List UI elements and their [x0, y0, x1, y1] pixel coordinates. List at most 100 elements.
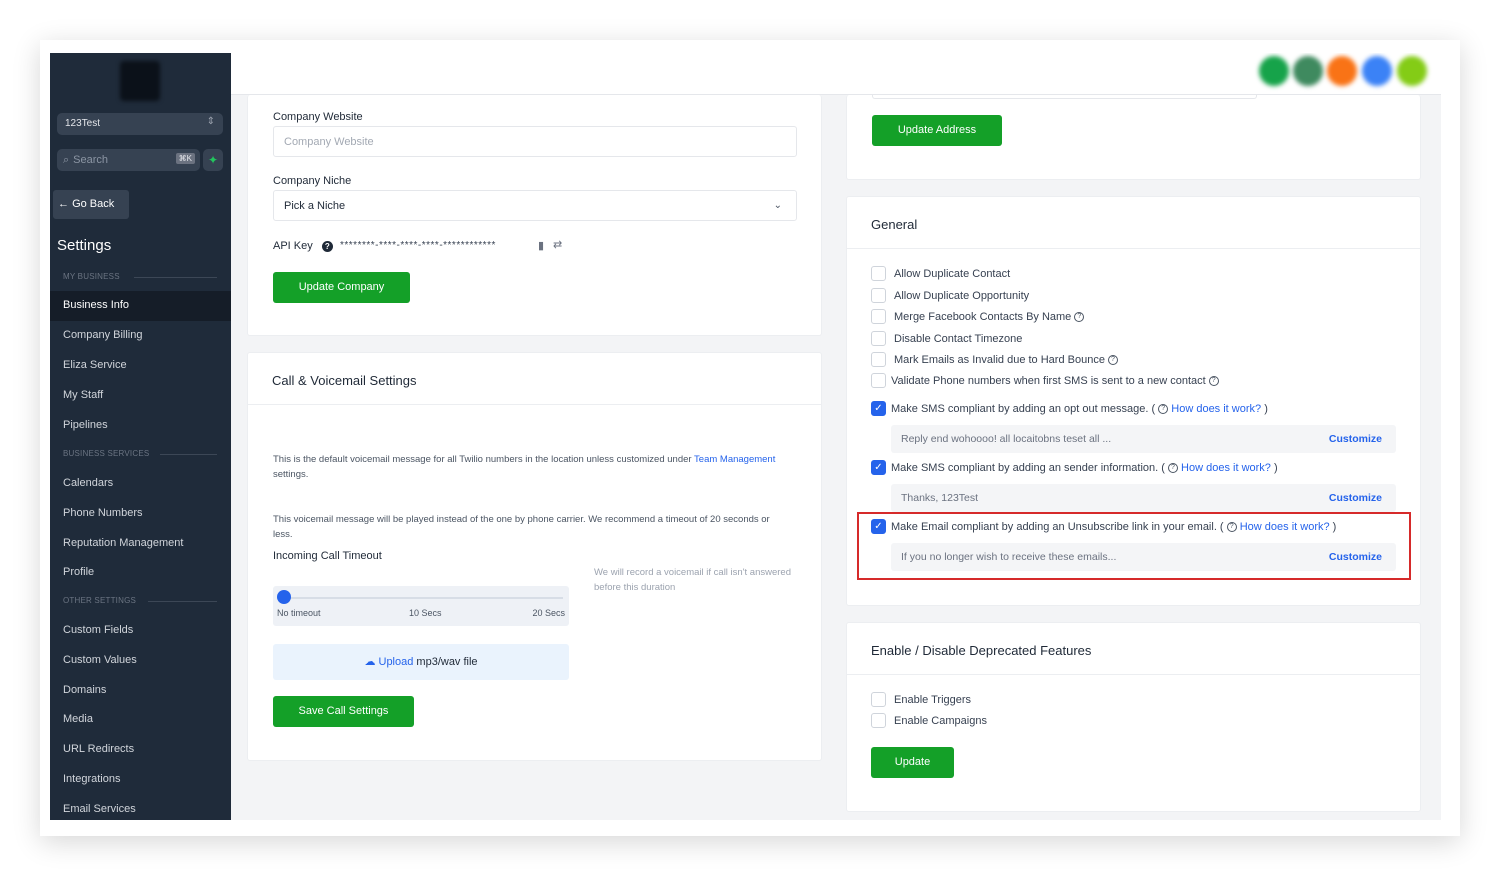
sidebar-item-reputation-management[interactable]: Reputation Management	[50, 529, 231, 559]
sidebar: 123Test ⇕ ⌕ Search ⌘K ✦ ← Go Back Setting…	[50, 53, 231, 820]
checkbox[interactable]	[871, 712, 886, 728]
how-does-it-work-link[interactable]: How does it work?	[1181, 462, 1271, 474]
checkbox[interactable]	[871, 265, 886, 281]
upload-link[interactable]: Upload	[379, 656, 414, 668]
option-sms-opt-out[interactable]: ✓ Make SMS compliant by adding an opt out…	[871, 400, 1268, 417]
copy-icon[interactable]: ▮	[538, 239, 544, 252]
avatar[interactable]	[1293, 56, 1323, 86]
sidebar-item-pipelines[interactable]: Pipelines	[50, 411, 231, 441]
question-icon: ?	[1158, 404, 1169, 415]
checkbox[interactable]	[871, 330, 886, 346]
customize-button[interactable]: Customize	[1329, 433, 1382, 445]
api-key-label: API Key ?	[273, 240, 333, 252]
sidebar-item-email-services[interactable]: Email Services	[50, 795, 231, 820]
timeout-hint: We will record a voicemail if call isn't…	[594, 567, 791, 593]
company-card: Company Website Company Website Company …	[247, 95, 822, 336]
message-preview: Reply end wohoooo! all locaitobns teset …	[901, 433, 1112, 445]
how-does-it-work-link[interactable]: How does it work?	[1240, 521, 1330, 533]
location-switcher[interactable]: 123Test ⇕	[57, 113, 223, 135]
question-icon[interactable]: ?	[1108, 355, 1118, 366]
company-niche-label: Company Niche	[273, 175, 352, 187]
option-enable-campaigns[interactable]: Enable Campaigns	[871, 712, 987, 729]
go-back-button[interactable]: ← Go Back	[53, 190, 129, 219]
checkbox[interactable]	[871, 308, 886, 324]
upload-dropzone[interactable]: ☁ Upload mp3/wav file	[273, 644, 569, 680]
slider-label-min: No timeout	[277, 608, 321, 618]
deprecated-card-title: Enable / Disable Deprecated Features	[847, 623, 1420, 675]
how-does-it-work-link[interactable]: How does it work?	[1171, 403, 1261, 415]
sidebar-item-eliza-service[interactable]: Eliza Service	[50, 351, 231, 381]
sidebar-item-url-redirects[interactable]: URL Redirects	[50, 735, 231, 765]
regenerate-icon[interactable]: ⇄	[553, 238, 562, 251]
paren: )	[1270, 462, 1278, 474]
slider-handle[interactable]	[277, 590, 291, 604]
avatar[interactable]	[1259, 56, 1289, 86]
search-placeholder: Search	[73, 154, 109, 166]
help-icon[interactable]: ?	[321, 240, 333, 252]
avatar[interactable]	[1362, 56, 1392, 86]
desc-text: This is the default voicemail message fo…	[273, 454, 695, 465]
section-divider	[148, 601, 217, 602]
sidebar-search[interactable]: ⌕ Search ⌘K	[57, 149, 200, 171]
sidebar-item-my-staff[interactable]: My Staff	[50, 381, 231, 411]
address-card: Update Address	[846, 95, 1421, 180]
update-button[interactable]: Update	[871, 747, 954, 778]
update-company-button[interactable]: Update Company	[273, 272, 410, 303]
option-label: Merge Facebook Contacts By Name	[894, 311, 1072, 323]
desc-text: settings.	[273, 469, 309, 480]
checkbox-checked[interactable]: ✓	[871, 518, 886, 534]
avatar[interactable]	[1397, 56, 1427, 86]
option-merge-facebook-contacts[interactable]: Merge Facebook Contacts By Name ?	[871, 308, 1085, 325]
location-name: 123Test	[65, 118, 101, 129]
sidebar-item-company-billing[interactable]: Company Billing	[50, 321, 231, 351]
option-label: Disable Contact Timezone	[894, 333, 1023, 345]
message-preview: Thanks, 123Test	[901, 492, 979, 504]
option-email-unsubscribe[interactable]: ✓ Make Email compliant by adding an Unsub…	[871, 518, 1336, 535]
company-niche-value: Pick a Niche	[284, 200, 346, 212]
sidebar-item-profile[interactable]: Profile	[50, 558, 231, 588]
checkbox-checked[interactable]: ✓	[871, 400, 886, 416]
sidebar-item-business-info[interactable]: Business Info	[50, 291, 231, 321]
address-input[interactable]	[872, 95, 1257, 99]
sidebar-item-integrations[interactable]: Integrations	[50, 765, 231, 795]
timeout-slider[interactable]: No timeout 10 Secs 20 Secs	[273, 586, 569, 626]
option-allow-duplicate-opportunity[interactable]: Allow Duplicate Opportunity	[871, 287, 1029, 304]
sms-opt-out-message: Reply end wohoooo! all locaitobns teset …	[891, 425, 1396, 453]
option-validate-phone-numbers[interactable]: Validate Phone numbers when first SMS is…	[871, 372, 1219, 389]
avatar[interactable]	[1327, 56, 1357, 86]
company-niche-select[interactable]: Pick a Niche ⌄	[273, 190, 797, 221]
option-disable-contact-timezone[interactable]: Disable Contact Timezone	[871, 330, 1023, 347]
save-call-settings-button[interactable]: Save Call Settings	[273, 696, 414, 727]
customize-button[interactable]: Customize	[1329, 551, 1382, 563]
sidebar-title: Settings	[57, 237, 112, 254]
app-window: 123Test ⇕ ⌕ Search ⌘K ✦ ← Go Back Setting…	[50, 53, 1441, 820]
sidebar-item-domains[interactable]: Domains	[50, 676, 231, 706]
team-management-link[interactable]: Team Management	[694, 454, 775, 465]
option-label: Enable Triggers	[894, 694, 972, 706]
sidebar-item-media[interactable]: Media	[50, 705, 231, 735]
checkbox-checked[interactable]: ✓	[871, 459, 886, 475]
option-mark-emails-invalid[interactable]: Mark Emails as Invalid due to Hard Bounc…	[871, 351, 1118, 368]
question-icon[interactable]: ?	[1074, 312, 1085, 323]
sidebar-item-phone-numbers[interactable]: Phone Numbers	[50, 499, 231, 529]
checkbox[interactable]	[871, 351, 886, 367]
checkbox[interactable]	[871, 287, 886, 303]
call-card-title: Call & Voicemail Settings	[248, 353, 821, 405]
section-label-business-services: BUSINESS SERVICES	[63, 449, 150, 458]
section-divider	[160, 454, 217, 455]
sidebar-item-calendars[interactable]: Calendars	[50, 469, 231, 499]
quick-action-icon[interactable]: ✦	[203, 149, 223, 171]
company-website-input[interactable]: Company Website	[273, 126, 797, 157]
question-icon[interactable]: ?	[1208, 376, 1219, 387]
sidebar-item-custom-fields[interactable]: Custom Fields	[50, 616, 231, 646]
option-enable-triggers[interactable]: Enable Triggers	[871, 691, 972, 708]
option-allow-duplicate-contact[interactable]: Allow Duplicate Contact	[871, 265, 1010, 282]
sidebar-item-custom-values[interactable]: Custom Values	[50, 646, 231, 676]
update-address-button[interactable]: Update Address	[872, 115, 1002, 146]
option-sms-sender-info[interactable]: ✓ Make SMS compliant by adding an sender …	[871, 459, 1278, 476]
question-icon: ?	[1226, 522, 1237, 533]
checkbox[interactable]	[871, 372, 886, 388]
option-label: Make Email compliant by adding an Unsubs…	[891, 521, 1224, 533]
checkbox[interactable]	[871, 691, 886, 707]
customize-button[interactable]: Customize	[1329, 492, 1382, 504]
